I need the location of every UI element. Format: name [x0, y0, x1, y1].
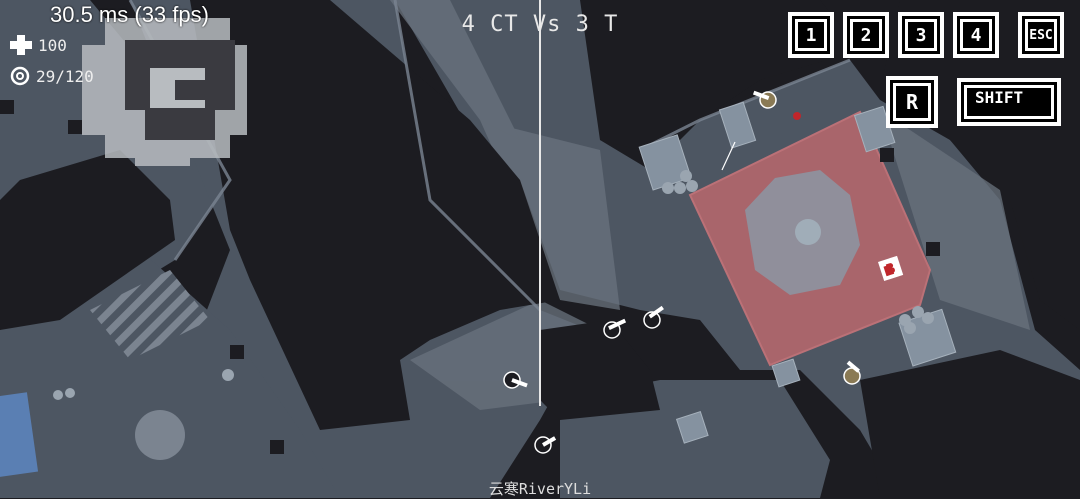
ammo-value: 29/120	[36, 66, 94, 86]
reload-button[interactable]: R	[886, 76, 938, 128]
ammo-icon	[10, 66, 30, 86]
building-south-center	[540, 320, 660, 420]
health-display: 100	[10, 35, 67, 55]
player-name: 云寒RiverYLi	[488, 480, 592, 498]
weapon-slot-2-button[interactable]: 2	[843, 12, 889, 58]
ammo-display: 29/120	[10, 66, 94, 86]
health-cross-icon	[10, 35, 32, 55]
escape-button[interactable]: ESC	[1018, 12, 1064, 58]
fountain-center	[795, 219, 821, 245]
player-ct-icon	[534, 436, 557, 454]
weapon-slot-3-button[interactable]: 3	[898, 12, 944, 58]
blood-mark	[793, 112, 801, 120]
grate	[135, 410, 185, 460]
weapon-slot-4-button[interactable]: 4	[953, 12, 999, 58]
shift-button[interactable]: SHIFT	[957, 78, 1061, 126]
health-value: 100	[38, 35, 67, 55]
crosshair-line	[539, 0, 541, 406]
weapon-slot-1-button[interactable]: 1	[788, 12, 834, 58]
